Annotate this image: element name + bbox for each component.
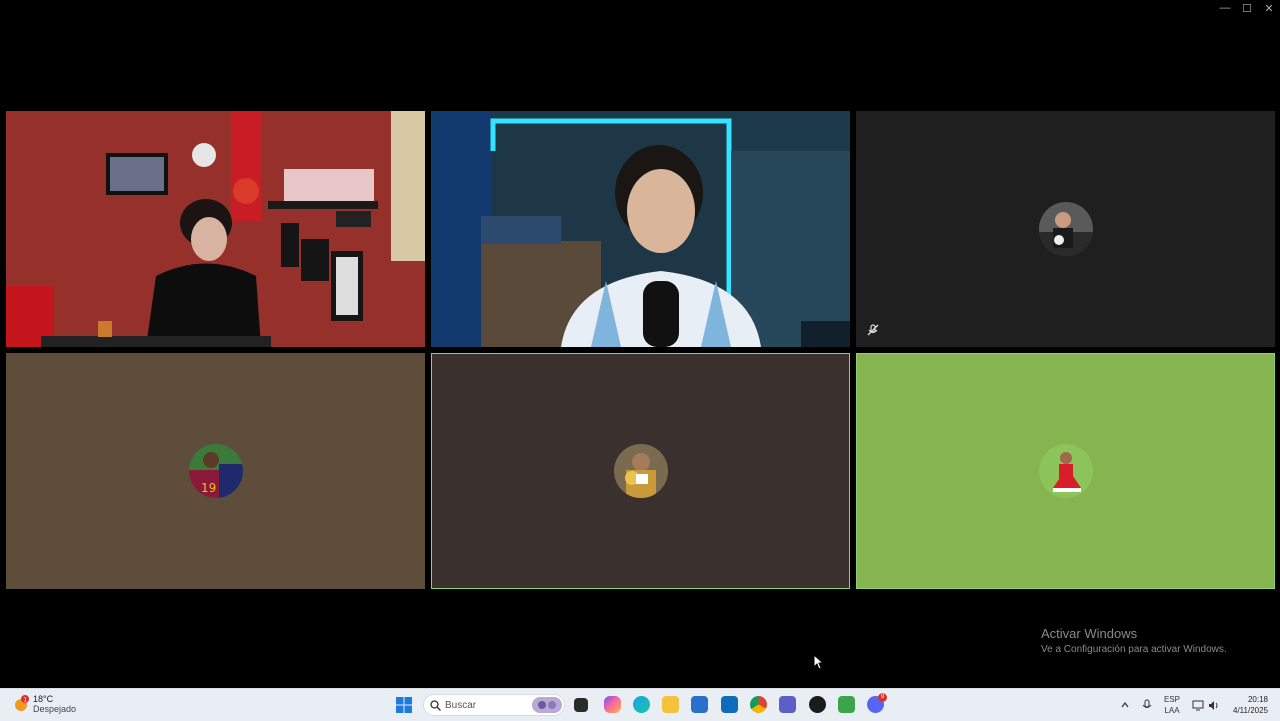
- weather-temp: 18°C: [33, 694, 54, 704]
- clock-date: 4/11/2025: [1233, 706, 1268, 715]
- window-controls: — ☐ ✕: [1214, 0, 1280, 16]
- participant-tile[interactable]: [856, 111, 1275, 347]
- taskbar-search[interactable]: Buscar: [423, 694, 565, 716]
- search-highlight-icon: [532, 697, 562, 713]
- network-tray-button[interactable]: [1192, 689, 1204, 721]
- mic-muted-icon: [867, 324, 879, 336]
- windows-start-icon[interactable]: [396, 697, 412, 713]
- search-placeholder: Buscar: [445, 699, 477, 711]
- clock-time: 20:18: [1247, 695, 1268, 704]
- language-indicator[interactable]: ESP LAA: [1164, 689, 1180, 721]
- task-view-icon[interactable]: [574, 698, 588, 712]
- participant-avatar: [1038, 444, 1093, 498]
- network-icon: [1192, 700, 1204, 710]
- teams-icon[interactable]: [779, 696, 796, 713]
- edge-icon[interactable]: [633, 696, 650, 713]
- android-studio-icon[interactable]: [838, 696, 855, 713]
- microphone-tray-button[interactable]: [1142, 689, 1152, 721]
- watermark-title: Activar Windows: [1041, 626, 1138, 641]
- chrome-icon[interactable]: [750, 696, 767, 713]
- participant-tile[interactable]: [856, 353, 1275, 589]
- file-explorer-icon[interactable]: [662, 696, 679, 713]
- weather-badge: 1: [23, 696, 27, 703]
- discord-badge: 9: [878, 693, 887, 702]
- volume-icon: [1209, 700, 1218, 710]
- keyboard-layout: LAA: [1164, 706, 1180, 715]
- maximize-button[interactable]: ☐: [1236, 0, 1258, 16]
- participant-video-feed: [6, 111, 425, 347]
- weather-desc: Despejado: [33, 704, 77, 714]
- jersey-number: 19: [201, 481, 216, 495]
- app-icon[interactable]: [809, 696, 826, 713]
- participant-tile[interactable]: 19: [6, 353, 425, 589]
- language-code: ESP: [1164, 695, 1181, 704]
- minimize-button[interactable]: —: [1214, 0, 1236, 16]
- participant-avatar: [613, 444, 668, 498]
- participant-tile[interactable]: [431, 353, 850, 589]
- weather-widget[interactable]: 1 18°C Despejado: [12, 694, 76, 714]
- participant-avatar: 19: [188, 444, 243, 498]
- taskbar: 1 18°C Despejado Buscar 9 ESP LAA 20:18 …: [0, 688, 1280, 721]
- chevron-up-icon: [1121, 702, 1129, 708]
- participant-video-feed: [431, 111, 850, 347]
- show-hidden-icons-button[interactable]: [1120, 689, 1130, 721]
- taskbar-clock[interactable]: 20:18 4/11/2025: [1233, 694, 1268, 716]
- discord-icon[interactable]: 9: [867, 693, 887, 713]
- outlook-icon[interactable]: [721, 696, 738, 713]
- volume-tray-button[interactable]: [1208, 689, 1220, 721]
- close-button[interactable]: ✕: [1258, 0, 1280, 16]
- store-icon[interactable]: [691, 696, 708, 713]
- search-icon: [430, 699, 441, 711]
- participant-video-tile[interactable]: [6, 111, 425, 347]
- microphone-icon: [1142, 699, 1152, 708]
- participant-avatar: [1038, 202, 1093, 256]
- copilot-icon[interactable]: [604, 696, 621, 713]
- watermark-subtitle: Ve a Configuración para activar Windows.: [1041, 644, 1227, 655]
- weather-icon: 1: [15, 695, 29, 711]
- participant-video-tile[interactable]: [431, 111, 850, 347]
- mouse-cursor-icon: [813, 654, 825, 670]
- activate-windows-watermark: Activar Windows Ve a Configuración para …: [1041, 626, 1227, 655]
